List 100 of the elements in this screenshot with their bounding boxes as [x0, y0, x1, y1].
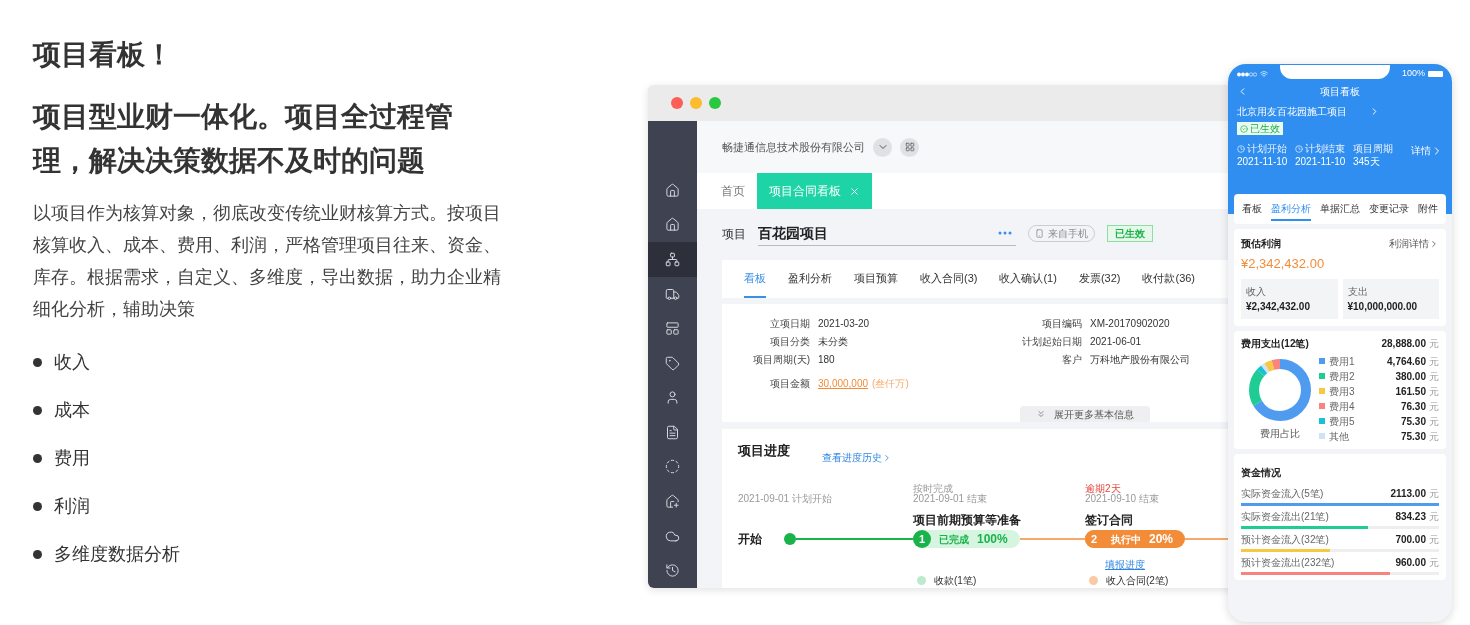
- page-subtitle: 项目型业财一体化。项目全过程管理，解决决策数据不及时的问题: [33, 100, 454, 178]
- field-value: 未分类: [818, 335, 849, 349]
- page-title: 项目看板！: [33, 38, 173, 72]
- company-dropdown[interactable]: [873, 137, 892, 157]
- date-label: 计划结束: [1305, 143, 1345, 155]
- unit-text: 元: [1429, 336, 1439, 351]
- house-plus-icon: [665, 494, 680, 509]
- report-progress-link[interactable]: 填报进度: [1105, 559, 1145, 570]
- layout-icon: [665, 321, 680, 337]
- phone-tab[interactable]: 盈利分析: [1271, 197, 1311, 221]
- card-title: 资金情况: [1241, 466, 1281, 478]
- stage-status: 已完成: [939, 532, 969, 547]
- donut-chart-drawing: [1247, 356, 1313, 423]
- fund-value: 2113.00: [1390, 486, 1426, 501]
- field-label: 立项日期: [769, 317, 810, 331]
- date-value: 2021-11-10: [1237, 155, 1289, 169]
- history-link[interactable]: 查看进度历史: [822, 450, 892, 465]
- field-label: 项目金额: [769, 377, 810, 391]
- legend-value: 75.30: [1400, 414, 1426, 429]
- legend-label: 费用1: [1329, 354, 1355, 369]
- status-badge: 已生效: [1237, 122, 1283, 135]
- amount-value: 30,000,000: [818, 377, 869, 391]
- field-value: 万科地产股份有限公司: [1090, 353, 1191, 367]
- section-tab[interactable]: 发票(32): [1078, 260, 1121, 298]
- amount-words: (叁仟万): [872, 377, 909, 391]
- fund-label: 实际资金流入(5笔): [1241, 486, 1324, 501]
- status-badge: 已生效: [1107, 225, 1153, 242]
- legend-label: 费用5: [1329, 414, 1355, 429]
- tile-value: ¥2,342,432.00: [1246, 299, 1310, 314]
- home-icon: [665, 217, 680, 233]
- tab-label: 项目合同看板: [769, 183, 841, 200]
- legend-label: 费用3: [1329, 384, 1355, 399]
- field-label: 项目周期(天): [752, 353, 810, 367]
- sub-item: 收款(1笔): [934, 574, 977, 588]
- stage-status: 执行中: [1111, 532, 1141, 547]
- phone-tab[interactable]: 附件: [1418, 197, 1438, 221]
- tag-icon: [665, 355, 680, 371]
- field-value: 2021-03-20: [818, 317, 871, 331]
- history-icon: [665, 563, 680, 579]
- user-icon: [665, 390, 680, 406]
- card-title: 预估利润: [1241, 237, 1281, 251]
- fund-label: 预计资金流入(32笔): [1241, 532, 1329, 547]
- expand-info-button[interactable]: 展开更多基本信息: [1020, 406, 1150, 422]
- section-tab[interactable]: 项目预算: [854, 260, 898, 298]
- apps-button[interactable]: [900, 137, 919, 157]
- tile-label: 收入: [1246, 284, 1266, 299]
- unit-text: 元: [1429, 354, 1439, 369]
- stage-date: 2021-09-01 计划开始: [738, 492, 832, 506]
- field-value: XM-20170902020: [1090, 317, 1171, 331]
- phone-tab[interactable]: 看板: [1242, 197, 1262, 221]
- step-number: 1: [913, 530, 931, 548]
- stage-title: 项目前期预算等准备: [913, 513, 1021, 527]
- close-icon[interactable]: [849, 185, 860, 197]
- legend-value: 76.30: [1400, 399, 1426, 414]
- wifi-icon: [1260, 70, 1268, 78]
- clock-icon: [1295, 145, 1303, 153]
- legend-label: 费用4: [1329, 399, 1355, 414]
- house-icon: [665, 182, 680, 198]
- field-label: 计划起始日期: [1021, 335, 1082, 349]
- check-circle-icon: [1240, 124, 1248, 133]
- stage-date: 2021-09-01 结束: [913, 493, 987, 506]
- field-value: 2021-06-01: [1090, 335, 1143, 349]
- phone-tab[interactable]: 变更记录: [1369, 197, 1409, 221]
- feature-item: 多维度数据分析: [54, 543, 180, 566]
- section-tab[interactable]: 看板: [744, 260, 766, 298]
- fund-value: 700.00: [1395, 532, 1426, 547]
- sidebar-item[interactable]: [648, 242, 697, 277]
- unit-text: 元: [1429, 532, 1439, 547]
- project-name-field[interactable]: 百花园项目: [758, 221, 1016, 246]
- page-tab[interactable]: 首页: [709, 173, 757, 209]
- card-title: 费用支出(12笔): [1241, 336, 1309, 351]
- fund-label: 实际资金流出(21笔): [1241, 509, 1329, 524]
- legend-value: 4,764.60: [1387, 354, 1426, 369]
- legend-value: 75.30: [1400, 429, 1426, 444]
- unit-text: 元: [1429, 414, 1439, 429]
- profit-detail-link[interactable]: 利润详情: [1389, 236, 1439, 251]
- document-icon: [665, 424, 680, 440]
- sub-item: 收入合同(2笔): [1106, 574, 1169, 588]
- phone-tab[interactable]: 单据汇总: [1320, 197, 1360, 221]
- stage-title: 签订合同: [1085, 513, 1133, 527]
- hierarchy-icon: [665, 251, 680, 267]
- section-tab[interactable]: 收付款(36): [1142, 260, 1196, 298]
- company-name: 畅捷通信息技术股份有限公司: [722, 139, 865, 155]
- section-tab[interactable]: 收入确认(1): [999, 260, 1057, 298]
- section-tab[interactable]: 收入合同(3): [920, 260, 978, 298]
- date-value: 345天: [1353, 155, 1381, 169]
- project-label: 项目: [722, 225, 746, 243]
- source-text: 来自手机: [1048, 227, 1088, 241]
- field-label: 项目编码: [1041, 317, 1082, 331]
- battery-icon: [1428, 71, 1443, 77]
- field-value: 180: [818, 353, 836, 367]
- chevron-right-icon: [882, 452, 892, 463]
- feature-item: 成本: [54, 399, 90, 422]
- stage-note: 逾期2天: [1085, 483, 1121, 494]
- description-text: 以项目作为核算对象，彻底改变传统业财核算方式。按项目核算收入、成本、费用、利润，严格管理项目往来、资金、库存。根据需求，自定义、多维度，导出数据，助力企业精细化分析，辅助决策: [33, 202, 502, 321]
- section-tab[interactable]: 盈利分析: [788, 260, 832, 298]
- unit-text: 元: [1429, 399, 1439, 414]
- expense-total: 28,888.00: [1381, 336, 1426, 351]
- legend-label: 其他: [1329, 429, 1349, 444]
- date-label: 计划开始: [1247, 143, 1287, 155]
